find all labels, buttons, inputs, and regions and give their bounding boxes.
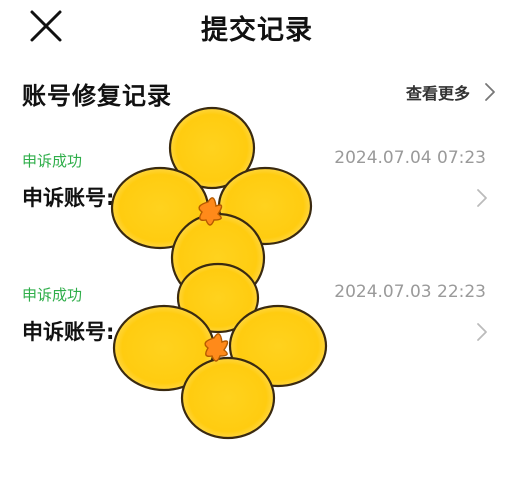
record-timestamp: 2024.07.03 22:23 <box>334 282 486 302</box>
page-title: 提交记录 <box>201 15 313 46</box>
record-item[interactable]: 申诉成功 2024.07.03 22:23 申诉账号: <box>22 282 492 364</box>
see-more-label: 查看更多 <box>405 84 470 103</box>
record-item[interactable]: 申诉成功 2024.07.04 07:23 申诉账号: <box>22 148 492 230</box>
see-more-link[interactable]: 查看更多 <box>406 80 496 104</box>
account-label: 申诉账号: <box>22 320 115 344</box>
section-header: 账号修复记录 查看更多 <box>22 76 496 110</box>
chevron-right-icon <box>477 323 487 341</box>
chevron-right-icon <box>477 189 487 207</box>
status-badge: 申诉成功 <box>22 152 83 170</box>
status-badge: 申诉成功 <box>22 286 83 304</box>
record-timestamp: 2024.07.04 07:23 <box>334 148 486 168</box>
section-title: 账号修复记录 <box>22 82 172 110</box>
account-label: 申诉账号: <box>22 186 115 210</box>
chevron-right-icon <box>485 83 495 101</box>
top-bar: 提交记录 <box>0 0 514 50</box>
